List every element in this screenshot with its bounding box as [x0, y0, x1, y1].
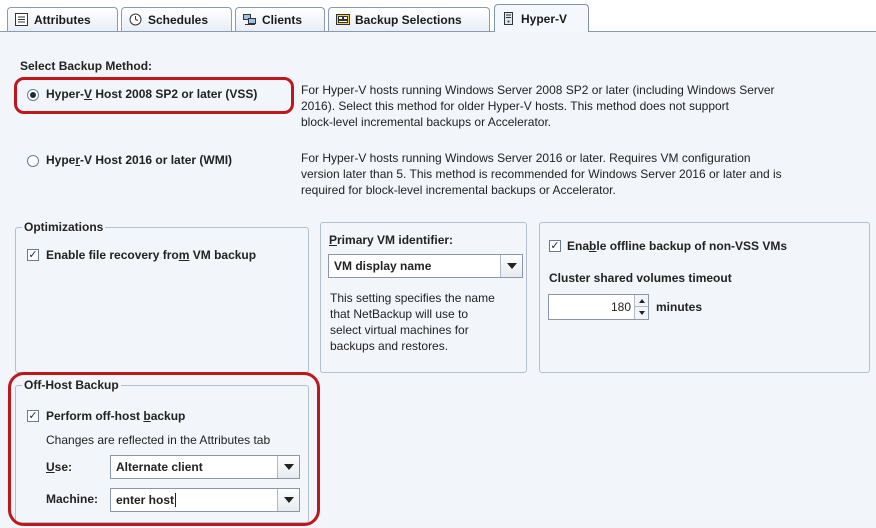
chevron-down-icon[interactable] — [500, 255, 522, 277]
timeout-value[interactable]: 180 — [611, 300, 631, 314]
clock-icon — [129, 13, 142, 26]
tab-backup-selections[interactable]: Backup Selections — [328, 7, 490, 31]
optimizations-legend: Optimizations — [22, 220, 106, 234]
primary-vm-select-value: VM display name — [334, 259, 432, 273]
file-recovery-label[interactable]: Enable file recovery from VM backup — [46, 248, 256, 262]
highlight-vss — [14, 77, 294, 114]
radio-wmi[interactable] — [27, 155, 39, 167]
tab-hyper-v[interactable]: Hyper-V — [494, 4, 589, 32]
primary-vm-select[interactable]: VM display name — [328, 254, 523, 278]
computers-icon — [243, 13, 256, 26]
primary-vm-label: Primary VM identifier: — [329, 233, 454, 247]
wmi-description: For Hyper-V hosts running Windows Server… — [301, 151, 782, 197]
tab-label: Backup Selections — [355, 12, 462, 27]
offline-backup-checkbox[interactable]: ✓ — [549, 240, 561, 252]
backup-method-heading: Select Backup Method: — [20, 59, 153, 73]
tab-label: Attributes — [34, 12, 91, 27]
tab-label: Hyper-V — [521, 11, 568, 26]
tab-label: Clients — [262, 12, 303, 27]
server-icon — [502, 12, 515, 25]
list-icon — [15, 13, 28, 26]
timeout-unit: minutes — [656, 300, 703, 314]
radio-wmi-label[interactable]: Hyper-V Host 2016 or later (WMI) — [46, 153, 232, 167]
spinner-up-icon[interactable] — [634, 295, 648, 307]
tab-clients[interactable]: Clients — [235, 7, 325, 31]
csv-timeout-label: Cluster shared volumes timeout — [549, 271, 732, 285]
vss-description: For Hyper-V hosts running Windows Server… — [301, 83, 775, 129]
highlight-offhost — [8, 372, 320, 526]
backup-selections-icon — [336, 13, 350, 26]
tab-label: Schedules — [148, 12, 209, 27]
offline-backup-label[interactable]: Enable offline backup of non-VSS VMs — [567, 239, 787, 253]
tab-strip: Attributes Schedules Clients Backup Sele… — [0, 0, 876, 32]
spinner-down-icon[interactable] — [634, 307, 648, 319]
file-recovery-checkbox[interactable]: ✓ — [27, 249, 39, 261]
tab-schedules[interactable]: Schedules — [121, 7, 232, 31]
timeout-spinner[interactable]: 180 — [548, 294, 649, 320]
primary-vm-help: This setting specifies the name that Net… — [330, 291, 495, 353]
tab-attributes[interactable]: Attributes — [7, 7, 118, 31]
